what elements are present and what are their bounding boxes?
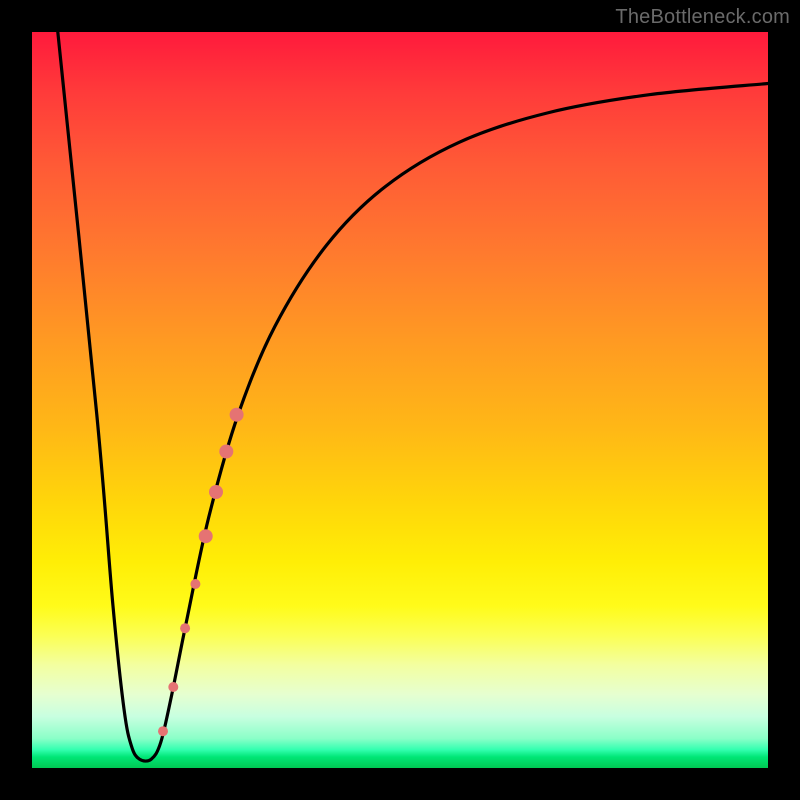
plot-area bbox=[32, 32, 768, 768]
highlight-marker bbox=[190, 579, 200, 589]
bottleneck-curve bbox=[58, 32, 768, 761]
highlight-marker bbox=[180, 623, 190, 633]
highlight-marker bbox=[168, 682, 178, 692]
highlight-marker bbox=[219, 445, 233, 459]
chart-frame: TheBottleneck.com bbox=[0, 0, 800, 800]
watermark-text: TheBottleneck.com bbox=[615, 6, 790, 29]
plot-svg bbox=[32, 32, 768, 768]
highlight-marker bbox=[209, 485, 223, 499]
curve-path bbox=[58, 32, 768, 761]
highlight-segment bbox=[158, 408, 244, 737]
highlight-marker bbox=[199, 529, 213, 543]
highlight-marker bbox=[158, 726, 168, 736]
highlight-marker bbox=[230, 408, 244, 422]
